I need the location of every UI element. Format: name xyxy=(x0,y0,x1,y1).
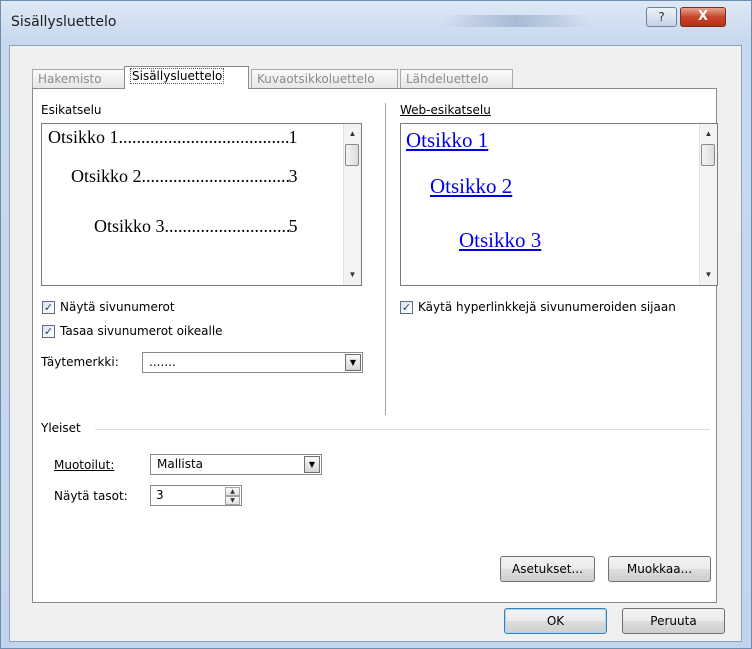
tab-leader-value: ....... xyxy=(149,355,176,369)
right-align-page-numbers-label: Tasaa sivunumerot oikealle xyxy=(60,324,223,338)
tab-table-of-figures[interactable]: Kuvaotsikkoluettelo xyxy=(251,69,398,88)
web-preview-link: Otsikko 3 xyxy=(459,228,542,252)
title-bar[interactable]: Sisällysluettelo ? X xyxy=(1,1,751,45)
toc-heading-text: Otsikko 1 xyxy=(48,127,119,147)
toc-heading-text: Otsikko 2 xyxy=(71,166,142,186)
formats-label: Muotoilut: xyxy=(54,458,115,472)
print-preview-label: Esikatselu xyxy=(41,103,102,117)
scroll-down-arrow-icon[interactable]: ▼ xyxy=(700,267,717,283)
window-title: Sisällysluettelo xyxy=(11,14,117,30)
scroll-down-arrow-icon[interactable]: ▼ xyxy=(344,267,361,283)
toc-line: Otsikko 3...............................… xyxy=(94,216,298,237)
scroll-up-arrow-icon[interactable]: ▲ xyxy=(700,126,717,142)
chevron-down-icon[interactable]: ▼ xyxy=(304,456,320,473)
toc-leader-dots: ........................................… xyxy=(164,216,289,236)
spin-down-icon[interactable]: ▼ xyxy=(225,496,240,505)
web-preview-label: Web-esikatselu xyxy=(400,103,491,117)
help-button[interactable]: ? xyxy=(646,7,677,27)
chevron-down-icon[interactable]: ▼ xyxy=(345,354,361,371)
spin-up-icon[interactable]: ▲ xyxy=(225,487,240,496)
close-button[interactable]: X xyxy=(680,7,726,27)
toc-page-number: 5 xyxy=(288,216,298,236)
tab-leader-dropdown[interactable]: ....... ▼ xyxy=(142,352,363,373)
show-page-numbers-checkbox[interactable]: ✓ xyxy=(42,301,55,314)
print-preview-box: Otsikko 1...............................… xyxy=(41,123,362,286)
tab-table-of-contents[interactable]: Sisällysluettelo xyxy=(124,66,249,89)
toc-leader-dots: ........................................… xyxy=(118,127,289,147)
general-group-line xyxy=(95,429,710,430)
show-levels-spinner[interactable]: 3 ▲ ▼ xyxy=(150,485,242,506)
tab-panel: Esikatselu Otsikko 1....................… xyxy=(32,88,718,603)
cancel-button[interactable]: Peruuta xyxy=(622,608,725,634)
tab-bibliography[interactable]: Lähdeluettelo xyxy=(400,69,513,88)
tab-label: Sisällysluettelo xyxy=(130,68,225,84)
dialog-window: Sisällysluettelo ? X Hakemisto Sisällysl… xyxy=(0,0,752,649)
toc-heading-text: Otsikko 3 xyxy=(94,216,165,236)
tab-leader-label: Täytemerkki: xyxy=(41,355,119,369)
formats-value: Mallista xyxy=(157,457,204,471)
scroll-up-arrow-icon[interactable]: ▲ xyxy=(344,126,361,142)
use-hyperlinks-label: Käytä hyperlinkkejä sivunumeroiden sijaa… xyxy=(418,300,676,314)
print-preview-scrollbar[interactable]: ▲ ▼ xyxy=(343,124,361,285)
show-page-numbers-label: Näytä sivunumerot xyxy=(60,300,175,314)
toc-page-number: 3 xyxy=(288,166,298,186)
use-hyperlinks-checkbox[interactable]: ✓ xyxy=(400,301,413,314)
tab-label: Lähdeluettelo xyxy=(406,72,489,86)
web-preview-scrollbar[interactable]: ▲ ▼ xyxy=(699,124,717,285)
scroll-thumb[interactable] xyxy=(345,144,359,166)
settings-button[interactable]: Asetukset... xyxy=(500,556,595,582)
section-divider xyxy=(385,103,386,415)
show-levels-value: 3 xyxy=(156,488,164,502)
formats-dropdown[interactable]: Mallista ▼ xyxy=(150,454,322,475)
dialog-client-area: Hakemisto Sisällysluettelo Kuvaotsikkolu… xyxy=(9,45,742,642)
general-group-label: Yleiset xyxy=(41,421,81,435)
show-levels-label: Näytä tasot: xyxy=(54,489,128,503)
web-preview-link: Otsikko 2 xyxy=(430,174,513,198)
modify-button[interactable]: Muokkaa... xyxy=(608,556,711,582)
toc-leader-dots: ........................................… xyxy=(141,166,289,186)
right-align-page-numbers-checkbox[interactable]: ✓ xyxy=(42,325,55,338)
toc-page-number: 1 xyxy=(288,127,298,147)
toc-line: Otsikko 2...............................… xyxy=(71,166,298,187)
tab-label: Hakemisto xyxy=(38,72,102,86)
tab-label: Kuvaotsikkoluettelo xyxy=(257,72,375,86)
ok-button[interactable]: OK xyxy=(504,608,607,634)
web-preview-box: Otsikko 1 Otsikko 2 Otsikko 3 ▲ ▼ xyxy=(400,123,718,286)
blurred-title-region xyxy=(441,15,591,27)
tab-index[interactable]: Hakemisto xyxy=(32,69,126,88)
web-preview-link: Otsikko 1 xyxy=(406,128,489,152)
toc-line: Otsikko 1...............................… xyxy=(48,127,298,148)
scroll-thumb[interactable] xyxy=(701,144,715,166)
